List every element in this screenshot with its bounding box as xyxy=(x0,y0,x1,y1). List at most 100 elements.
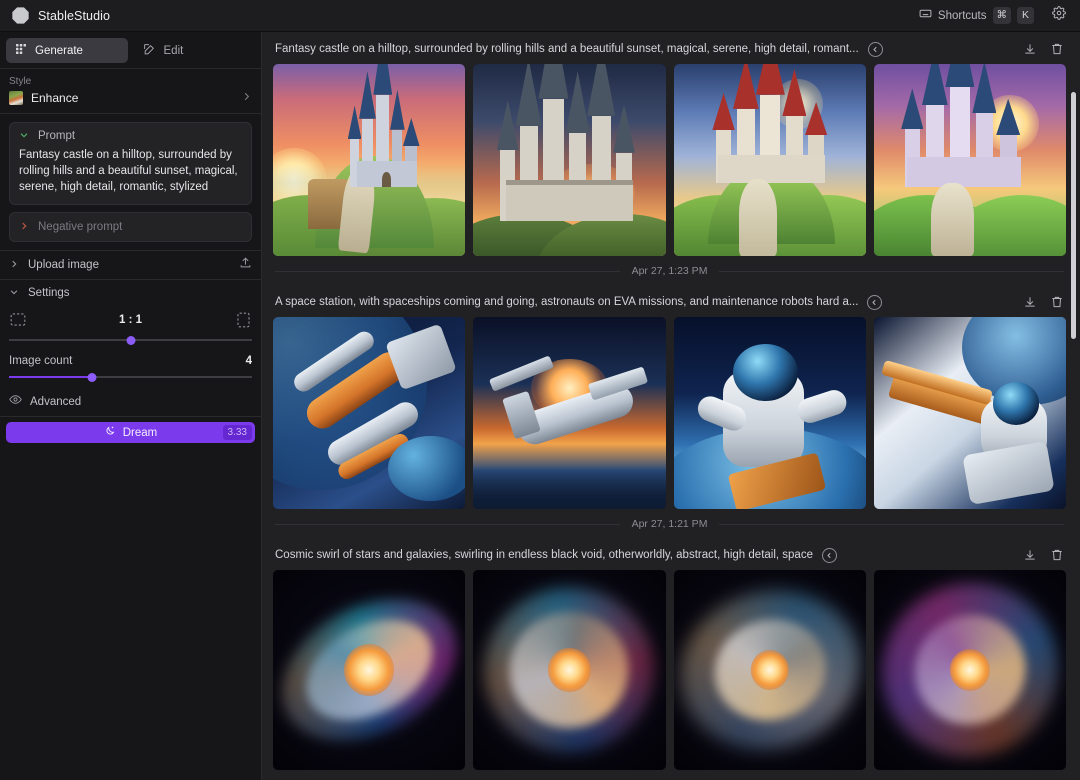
dream-cost-badge: 3.33 xyxy=(223,425,252,440)
aspect-ratio-row: 1 : 1 xyxy=(0,305,261,328)
prompt-accordion-header[interactable]: Prompt xyxy=(19,130,242,142)
generation-prompt: A space station, with spaceships coming … xyxy=(275,296,858,308)
generation-actions xyxy=(1023,42,1064,56)
heptagon-logo-icon xyxy=(12,7,29,24)
shortcuts-button[interactable]: Shortcuts ⌘ K xyxy=(914,4,1039,28)
generated-image[interactable] xyxy=(674,570,866,770)
body: Generate Edit Style xyxy=(0,32,1080,780)
image-count-knob[interactable] xyxy=(87,373,96,382)
advanced-label: Advanced xyxy=(30,396,81,408)
generation-header: Fantasy castle on a hilltop, surrounded … xyxy=(273,34,1066,64)
image-count-slider[interactable] xyxy=(0,367,261,383)
settings-label: Settings xyxy=(28,287,70,299)
divider-line xyxy=(275,524,620,525)
titlebar-actions: Shortcuts ⌘ K xyxy=(914,4,1070,28)
space-station-module-art xyxy=(473,317,665,509)
chevron-down-icon xyxy=(9,287,19,299)
image-count-row: Image count 4 xyxy=(0,346,261,367)
tab-edit-label: Edit xyxy=(164,45,184,57)
moon-sparkle-icon xyxy=(104,424,116,442)
key-cmd[interactable]: ⌘ xyxy=(993,7,1012,24)
divider-timestamp: Apr 27, 1:21 PM xyxy=(632,518,708,530)
generated-image[interactable] xyxy=(273,570,465,770)
castle-sunset-art xyxy=(273,64,465,256)
settings-accordion-header[interactable]: Settings xyxy=(0,279,261,305)
landscape-frame-icon[interactable] xyxy=(9,311,26,328)
generated-image[interactable] xyxy=(273,317,465,509)
scrollbar-thumb[interactable] xyxy=(1071,92,1076,339)
tab-generate[interactable]: Generate xyxy=(6,38,128,63)
slider-track-fill xyxy=(9,376,92,378)
spacecraft-arm-art xyxy=(273,317,465,509)
sidebar: Generate Edit Style xyxy=(0,32,262,780)
generated-image[interactable] xyxy=(874,317,1066,509)
upload-icon[interactable] xyxy=(239,256,252,274)
trash-icon[interactable] xyxy=(1050,548,1064,562)
prompt-card[interactable]: Prompt Fantasy castle on a hilltop, surr… xyxy=(9,122,252,205)
tab-edit[interactable]: Edit xyxy=(134,38,256,63)
image-count-track[interactable] xyxy=(9,371,252,383)
aspect-ratio-value: 1 : 1 xyxy=(119,314,142,326)
shortcuts-label: Shortcuts xyxy=(938,10,987,22)
generation-header: A space station, with spaceships coming … xyxy=(273,287,1066,317)
image-row xyxy=(273,570,1066,770)
style-thumbnail-icon xyxy=(9,91,23,105)
generation-group: A space station, with spaceships coming … xyxy=(273,285,1066,509)
main-panel: Fantasy castle on a hilltop, surrounded … xyxy=(262,32,1080,780)
main-scrollbar[interactable] xyxy=(1069,32,1078,780)
generated-image[interactable] xyxy=(874,64,1066,256)
generated-image[interactable] xyxy=(473,317,665,509)
style-section: Style Enhance xyxy=(0,69,261,114)
prompt-title: Prompt xyxy=(38,130,75,142)
generation-actions xyxy=(1023,548,1064,562)
tab-generate-label: Generate xyxy=(35,45,83,57)
style-selector[interactable]: Enhance xyxy=(9,91,252,105)
generation-group: Fantasy castle on a hilltop, surrounded … xyxy=(273,32,1066,256)
divider-line xyxy=(719,271,1064,272)
wide-spiral-galaxy-art xyxy=(674,570,866,770)
generated-image[interactable] xyxy=(674,317,866,509)
white-castle-art xyxy=(473,64,665,256)
generated-image[interactable] xyxy=(473,64,665,256)
portrait-frame-icon[interactable] xyxy=(235,311,252,328)
generated-image[interactable] xyxy=(674,64,866,256)
image-row xyxy=(273,317,1066,509)
aspect-ratio-knob[interactable] xyxy=(126,336,135,345)
advanced-row[interactable]: Advanced xyxy=(0,388,261,416)
prompt-input[interactable]: Fantasy castle on a hilltop, surrounded … xyxy=(19,147,242,195)
trash-icon[interactable] xyxy=(1050,295,1064,309)
generated-image[interactable] xyxy=(473,570,665,770)
style-value: Enhance xyxy=(31,91,233,105)
sidebar-content: Style Enhance xyxy=(0,69,261,780)
violet-ring-galaxy-art xyxy=(874,570,1066,770)
dream-section: Dream 3.33 xyxy=(0,416,261,450)
download-icon[interactable] xyxy=(1023,548,1037,562)
arrow-circle-left-icon[interactable] xyxy=(867,295,882,310)
pencil-square-icon xyxy=(143,43,156,59)
image-count-value: 4 xyxy=(246,355,252,367)
dream-button-label: Dream xyxy=(123,427,158,439)
arrow-circle-left-icon[interactable] xyxy=(868,42,883,57)
aspect-ratio-track[interactable] xyxy=(9,334,252,346)
generated-image[interactable] xyxy=(273,64,465,256)
generation-prompt: Fantasy castle on a hilltop, surrounded … xyxy=(275,43,859,55)
dream-button[interactable]: Dream 3.33 xyxy=(6,422,255,443)
aspect-ratio-slider[interactable] xyxy=(0,328,261,346)
key-k[interactable]: K xyxy=(1017,7,1034,24)
generations-scroll-area[interactable]: Fantasy castle on a hilltop, surrounded … xyxy=(262,32,1080,780)
titlebar: StableStudio Shortcuts ⌘ K xyxy=(0,0,1080,32)
upload-image-row[interactable]: Upload image xyxy=(0,250,261,279)
download-icon[interactable] xyxy=(1023,42,1037,56)
settings-button[interactable] xyxy=(1048,5,1070,27)
brand: StableStudio xyxy=(12,7,110,24)
arrow-circle-left-icon[interactable] xyxy=(822,548,837,563)
astronaut-eva-art xyxy=(674,317,866,509)
negative-prompt-title: Negative prompt xyxy=(38,221,122,233)
image-count-label: Image count xyxy=(9,355,72,367)
trash-icon[interactable] xyxy=(1050,42,1064,56)
divider-line xyxy=(719,524,1064,525)
stablestudio-app: StableStudio Shortcuts ⌘ K xyxy=(0,0,1080,780)
generated-image[interactable] xyxy=(874,570,1066,770)
negative-prompt-card[interactable]: Negative prompt xyxy=(9,212,252,242)
download-icon[interactable] xyxy=(1023,295,1037,309)
